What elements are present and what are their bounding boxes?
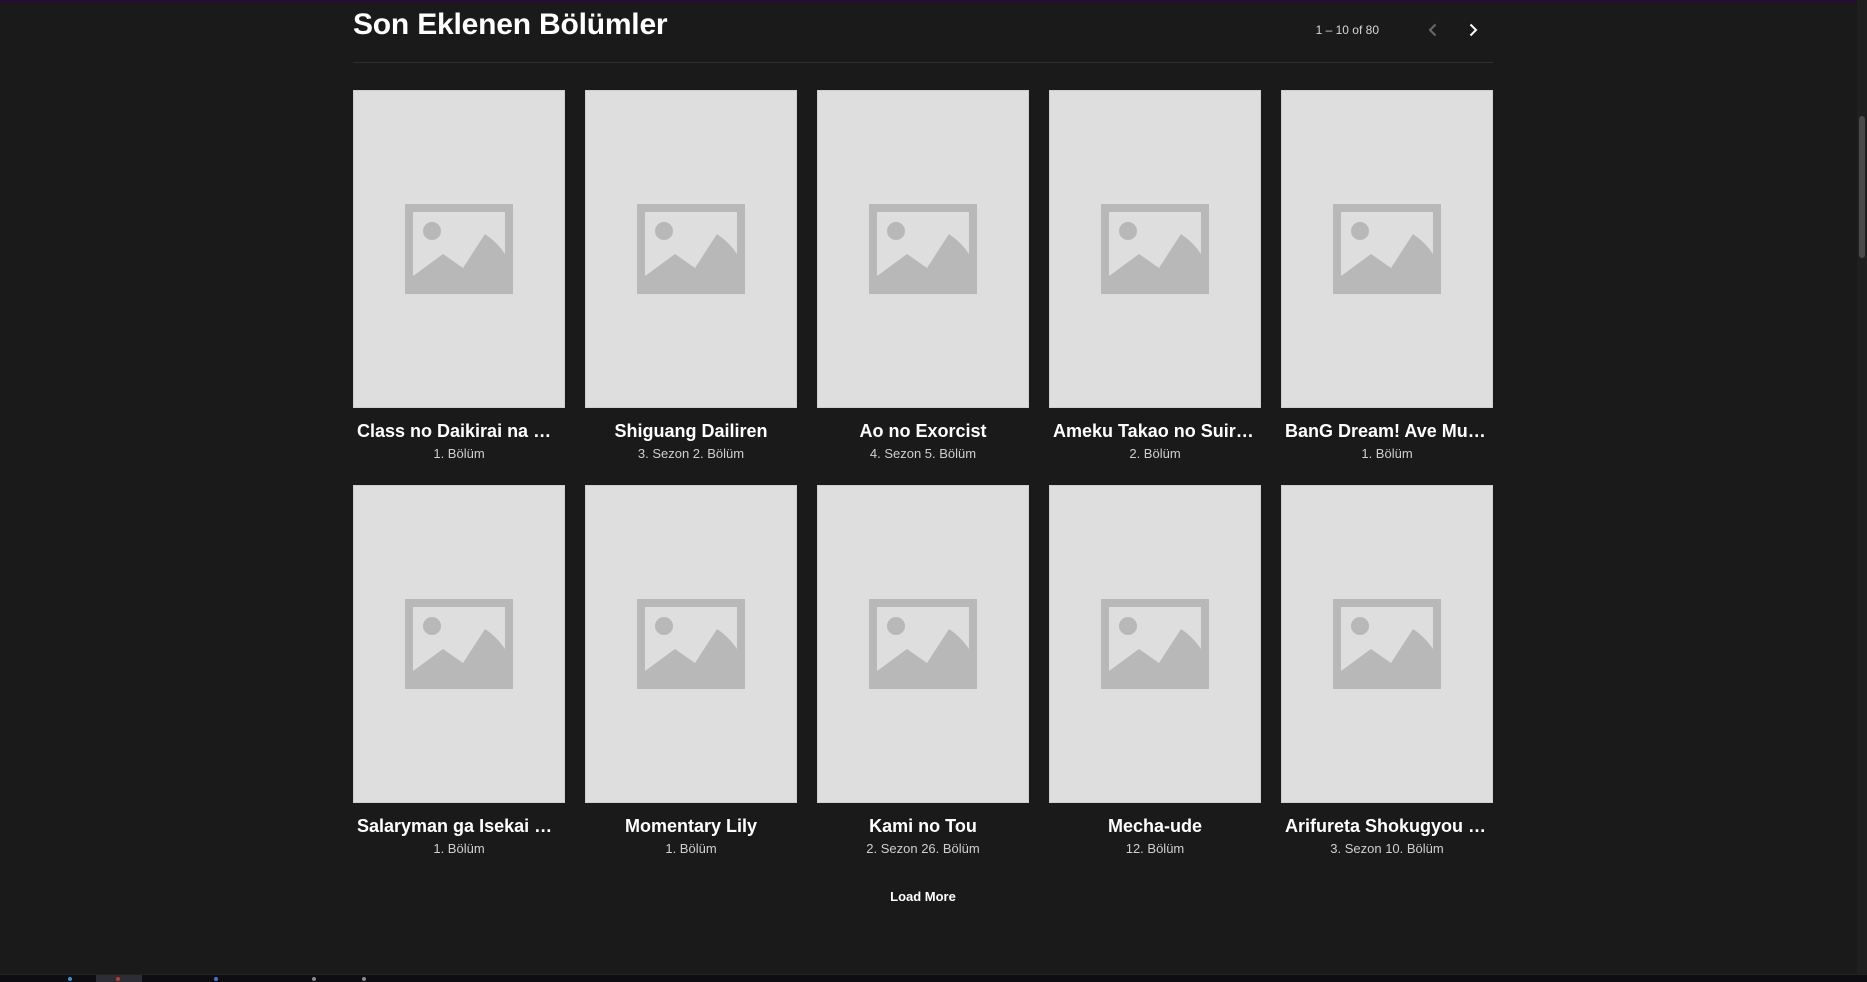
chevron-right-icon <box>1469 23 1478 37</box>
episode-thumbnail <box>585 90 797 408</box>
episode-title: Ameku Takao no Suiri K… <box>1053 421 1261 441</box>
scrollbar-thumb[interactable] <box>1859 116 1865 258</box>
episode-title: Salaryman ga Isekai ni I… <box>357 816 565 836</box>
image-placeholder-icon <box>1333 204 1441 294</box>
episode-thumbnail <box>817 485 1029 803</box>
episode-title: Arifureta Shokugyou de… <box>1285 816 1493 836</box>
episode-card[interactable]: Mecha-ude 12. Bölüm <box>1049 485 1261 858</box>
image-placeholder-icon <box>869 599 977 689</box>
taskbar-app-icon[interactable] <box>362 977 366 981</box>
episode-title: Class no Daikirai na Jos… <box>357 421 565 441</box>
episode-thumbnail <box>1049 90 1261 408</box>
taskbar-app-icon[interactable] <box>68 977 72 981</box>
section-header: Son Eklenen Bölümler 1 – 10 of 80 <box>353 4 1493 63</box>
taskbar <box>0 974 1867 982</box>
image-placeholder-icon <box>405 204 513 294</box>
episode-subtitle: 2. Sezon 26. Bölüm <box>866 841 980 856</box>
section-title: Son Eklenen Bölümler <box>353 8 668 41</box>
load-more-button[interactable]: Load More <box>890 889 956 904</box>
episode-thumbnail <box>1281 90 1493 408</box>
image-placeholder-icon <box>405 599 513 689</box>
taskbar-app-icon[interactable] <box>214 977 218 981</box>
episode-title: Mecha-ude <box>1107 816 1203 836</box>
episode-thumbnail <box>585 485 797 803</box>
image-placeholder-icon <box>637 204 745 294</box>
episode-thumbnail <box>817 90 1029 408</box>
load-more-row: Load More <box>353 888 1493 906</box>
prev-page-button[interactable] <box>1413 14 1453 46</box>
episode-subtitle: 1. Bölüm <box>665 841 717 856</box>
episode-thumbnail <box>353 485 565 803</box>
episode-title: Shiguang Dailiren <box>614 421 768 441</box>
episode-card[interactable]: Momentary Lily 1. Bölüm <box>585 485 797 858</box>
episode-subtitle: 2. Bölüm <box>1129 446 1181 461</box>
episode-card[interactable]: Ameku Takao no Suiri K… 2. Bölüm <box>1049 90 1261 463</box>
episode-title: Ao no Exorcist <box>859 421 987 441</box>
episode-subtitle: 3. Sezon 2. Bölüm <box>637 446 745 461</box>
paginator: 1 – 10 of 80 <box>1316 14 1493 46</box>
episode-card[interactable]: BanG Dream! Ave Mujica 1. Bölüm <box>1281 90 1493 463</box>
episode-thumbnail <box>1049 485 1261 803</box>
episode-card[interactable]: Ao no Exorcist 4. Sezon 5. Bölüm <box>817 90 1029 463</box>
episode-subtitle: 1. Bölüm <box>433 841 485 856</box>
episode-subtitle: 12. Bölüm <box>1125 841 1185 856</box>
episode-title: Momentary Lily <box>624 816 758 836</box>
episode-title: BanG Dream! Ave Mujica <box>1285 421 1493 441</box>
taskbar-app-icon[interactable] <box>312 977 316 981</box>
episode-card[interactable]: Kami no Tou 2. Sezon 26. Bölüm <box>817 485 1029 858</box>
image-placeholder-icon <box>1333 599 1441 689</box>
taskbar-app-icon[interactable] <box>116 977 120 981</box>
episode-title: Kami no Tou <box>869 816 977 836</box>
episode-subtitle: 1. Bölüm <box>433 446 485 461</box>
next-page-button[interactable] <box>1453 14 1493 46</box>
pager-range-label: 1 – 10 of 80 <box>1315 23 1379 37</box>
episode-card[interactable]: Class no Daikirai na Jos… 1. Bölüm <box>353 90 565 463</box>
episode-subtitle: 4. Sezon 5. Bölüm <box>869 446 977 461</box>
episode-card[interactable]: Salaryman ga Isekai ni I… 1. Bölüm <box>353 485 565 858</box>
latest-episodes-section: Son Eklenen Bölümler 1 – 10 of 80 Class … <box>353 4 1493 904</box>
episode-card[interactable]: Arifureta Shokugyou de… 3. Sezon 10. Böl… <box>1281 485 1493 858</box>
chevron-left-icon <box>1428 23 1437 37</box>
image-placeholder-icon <box>1101 204 1209 294</box>
episode-card[interactable]: Shiguang Dailiren 3. Sezon 2. Bölüm <box>585 90 797 463</box>
page: Son Eklenen Bölümler 1 – 10 of 80 Class … <box>0 4 1857 974</box>
episode-subtitle: 3. Sezon 10. Bölüm <box>1330 841 1444 856</box>
image-placeholder-icon <box>869 204 977 294</box>
episode-thumbnail <box>1281 485 1493 803</box>
episode-thumbnail <box>353 90 565 408</box>
episode-subtitle: 1. Bölüm <box>1361 446 1413 461</box>
episode-grid: Class no Daikirai na Jos… 1. Bölüm Shigu… <box>353 90 1493 858</box>
image-placeholder-icon <box>637 599 745 689</box>
image-placeholder-icon <box>1101 599 1209 689</box>
